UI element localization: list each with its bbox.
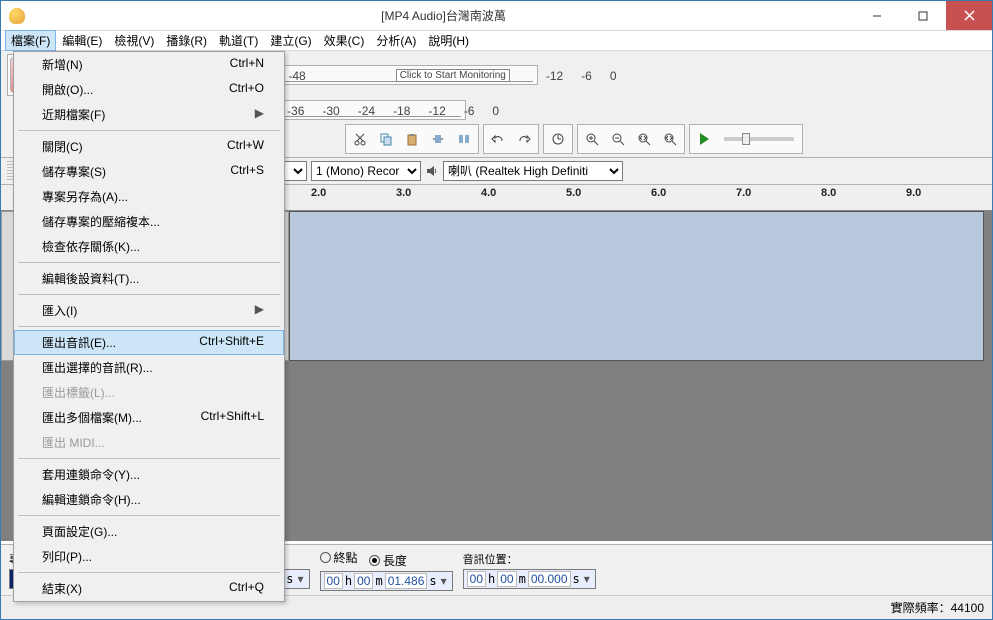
trim-button[interactable] [426, 127, 450, 151]
click-to-monitor[interactable]: Click to Start Monitoring [396, 69, 510, 82]
menu-item[interactable]: 匯出音訊(E)...Ctrl+Shift+E [14, 330, 284, 355]
cut-button[interactable] [348, 127, 372, 151]
menu-item[interactable]: 儲存專案的壓縮複本... [14, 209, 284, 234]
menu-item[interactable]: 開啟(O)...Ctrl+O [14, 77, 284, 102]
rec-channels-select[interactable]: 1 (Mono) Recor [311, 161, 421, 181]
audio-position-label: 音訊位置： [463, 551, 596, 567]
fit-project-button[interactable] [658, 127, 682, 151]
edit-toolbar [345, 124, 479, 154]
app-icon [9, 8, 25, 24]
menu-item[interactable]: 匯入(I)▶ [14, 298, 284, 323]
undo-toolbar [483, 124, 539, 154]
rec-meter-scale: -54-48 Click to Start Monitoring -12-60 [253, 68, 533, 82]
file-menu-dropdown: 新增(N)Ctrl+N開啟(O)...Ctrl+O近期檔案(F)▶ 關閉(C)Ct… [13, 51, 285, 602]
sync-toolbar [543, 124, 573, 154]
playback-device-select[interactable]: 喇叭 (Realtek High Definiti [443, 161, 623, 181]
menu-view[interactable]: 檢視(V) [108, 30, 160, 51]
paste-button[interactable] [400, 127, 424, 151]
minimize-button[interactable] [854, 1, 900, 30]
menu-item[interactable]: 結束(X)Ctrl+Q [14, 576, 284, 601]
copy-button[interactable] [374, 127, 398, 151]
menu-item[interactable]: 匯出多個檔案(M)...Ctrl+Shift+L [14, 405, 284, 430]
maximize-button[interactable] [900, 1, 946, 30]
menu-item[interactable]: 頁面設定(G)... [14, 519, 284, 544]
menu-effect[interactable]: 效果(C) [318, 30, 371, 51]
menu-item[interactable]: 專案另存為(A)... [14, 184, 284, 209]
menu-tracks[interactable]: 軌道(T) [213, 30, 264, 51]
menu-analyze[interactable]: 分析(A) [370, 30, 422, 51]
selection-end-time[interactable]: 00h 00m 01.486s▾ [320, 571, 453, 591]
menu-file[interactable]: 檔案(F) [5, 30, 56, 51]
menu-transport[interactable]: 播錄(R) [160, 30, 213, 51]
undo-button[interactable] [486, 127, 510, 151]
window-buttons [854, 1, 992, 30]
zoom-in-button[interactable] [580, 127, 604, 151]
menu-help[interactable]: 說明(H) [422, 30, 475, 51]
menu-item[interactable]: 套用連鎖命令(Y)... [14, 462, 284, 487]
audio-position-time[interactable]: 00h 00m 00.000s▾ [463, 569, 596, 589]
play-at-speed-button[interactable] [692, 127, 716, 151]
actual-rate-label: 實際頻率：44100 [891, 599, 984, 616]
menu-item[interactable]: 關閉(C)Ctrl+W [14, 134, 284, 159]
menubar: 檔案(F) 編輯(E) 檢視(V) 播錄(R) 軌道(T) 建立(G) 效果(C… [1, 31, 992, 51]
menu-edit[interactable]: 編輯(E) [56, 30, 108, 51]
zoom-toolbar [577, 124, 685, 154]
menu-item[interactable]: 編輯後設資料(T)... [14, 266, 284, 291]
end-radio[interactable]: 終點 [320, 549, 358, 566]
redo-button[interactable] [512, 127, 536, 151]
close-button[interactable] [946, 1, 992, 30]
menu-item[interactable]: 儲存專案(S)Ctrl+S [14, 159, 284, 184]
menu-item[interactable]: 近期檔案(F)▶ [14, 102, 284, 127]
menu-item[interactable]: 新增(N)Ctrl+N [14, 52, 284, 77]
titlebar: [MP4 Audio]台灣南波萬 [1, 1, 992, 31]
menu-item: 匯出 MIDI... [14, 430, 284, 455]
menu-item[interactable]: 列印(P)... [14, 544, 284, 569]
speaker-icon [425, 164, 439, 178]
silence-button[interactable] [452, 127, 476, 151]
waveform-display[interactable] [289, 211, 984, 361]
window-title: [MP4 Audio]台灣南波萬 [33, 7, 854, 24]
menu-item[interactable]: 編輯連鎖命令(H)... [14, 487, 284, 512]
speed-slider[interactable] [724, 137, 794, 141]
menu-generate[interactable]: 建立(G) [264, 30, 317, 51]
playat-toolbar [689, 124, 803, 154]
zoom-out-button[interactable] [606, 127, 630, 151]
menu-item[interactable]: 檢查依存關係(K)... [14, 234, 284, 259]
fit-selection-button[interactable] [632, 127, 656, 151]
sync-lock-button[interactable] [546, 127, 570, 151]
length-radio[interactable]: 長度 [369, 552, 407, 569]
menu-item[interactable]: 匯出選擇的音訊(R)... [14, 355, 284, 380]
menu-item: 匯出標籤(L)... [14, 380, 284, 405]
